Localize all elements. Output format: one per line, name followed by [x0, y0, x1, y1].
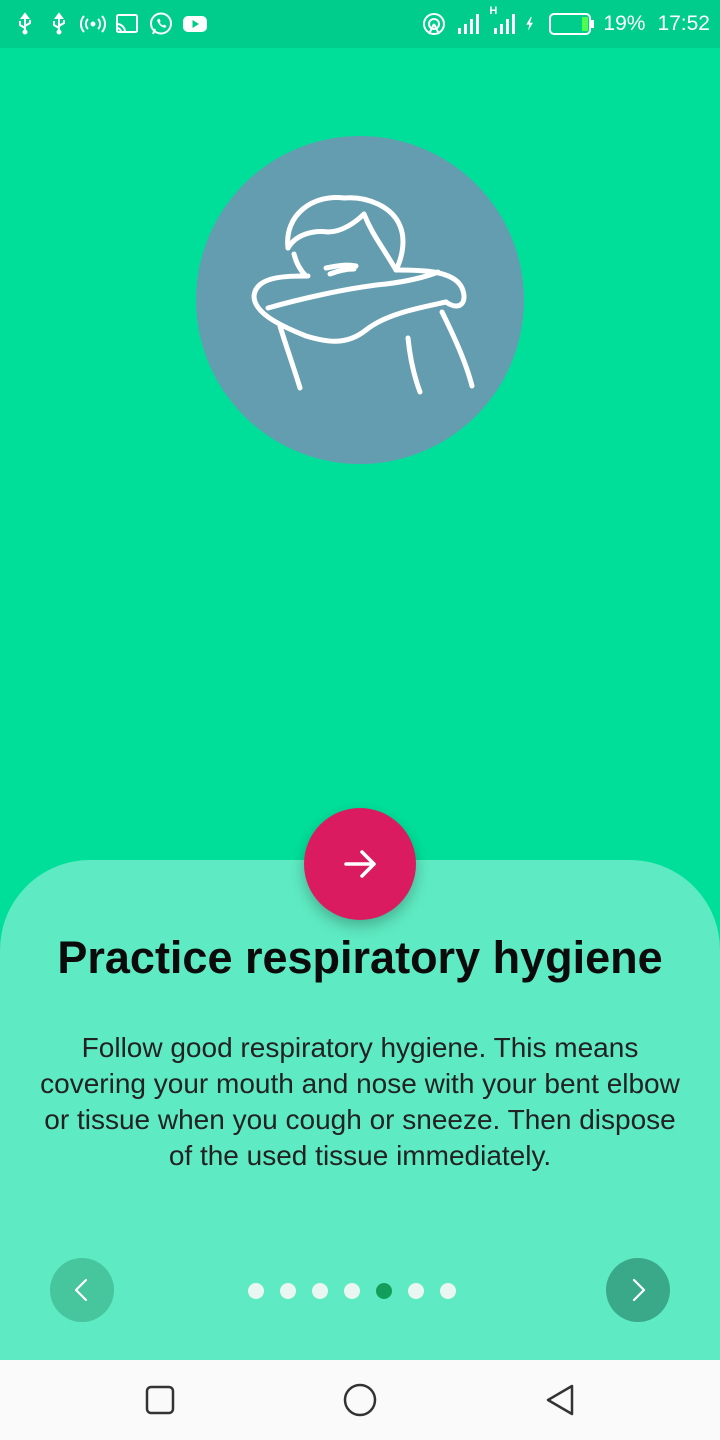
arrow-right-icon: [344, 850, 376, 878]
page-indicator: [248, 1283, 456, 1299]
next-page-button[interactable]: [606, 1258, 670, 1322]
page-dot[interactable]: [408, 1283, 424, 1299]
signal-icon: [458, 14, 480, 34]
chevron-right-icon: [632, 1278, 646, 1302]
page-description: Follow good respiratory hygiene. This me…: [40, 1032, 680, 1171]
cast-icon: [116, 14, 138, 33]
status-bar: H 19% 17:52: [0, 0, 720, 48]
signal-icon: H: [489, 5, 517, 37]
battery-icon: [549, 13, 595, 35]
hero-illustration: [196, 136, 524, 464]
page-dot[interactable]: [344, 1283, 360, 1299]
next-fab-button[interactable]: [304, 808, 416, 920]
chevron-left-icon: [74, 1278, 88, 1302]
previous-page-button[interactable]: [50, 1258, 114, 1322]
usb-icon: [19, 12, 31, 35]
system-navigation-bar: [0, 1360, 720, 1440]
status-bar-right: H 19% 17:52: [421, 5, 710, 37]
page-dot[interactable]: [248, 1283, 264, 1299]
recent-apps-button[interactable]: [120, 1360, 200, 1440]
page-title: Practice respiratory hygiene: [57, 932, 663, 983]
charging-icon: [526, 17, 534, 31]
back-button[interactable]: [520, 1360, 600, 1440]
home-icon: [343, 1383, 377, 1417]
battery-percent: 19%: [603, 12, 646, 35]
back-icon: [546, 1384, 574, 1416]
home-button[interactable]: [320, 1360, 400, 1440]
person-coughing-into-elbow-icon: [251, 195, 475, 395]
status-bar-left: [12, 11, 208, 37]
recent-apps-icon: [145, 1385, 175, 1415]
page-dot[interactable]: [312, 1283, 328, 1299]
hotspot-icon: [80, 15, 106, 33]
page-dot-active[interactable]: [376, 1283, 392, 1299]
status-time: 17:52: [657, 12, 710, 35]
page-dot[interactable]: [440, 1283, 456, 1299]
wireless-icon: [423, 13, 446, 35]
page-dot[interactable]: [280, 1283, 296, 1299]
usb-icon: [53, 12, 65, 35]
whatsapp-icon: [150, 12, 172, 35]
youtube-icon: [183, 16, 207, 32]
